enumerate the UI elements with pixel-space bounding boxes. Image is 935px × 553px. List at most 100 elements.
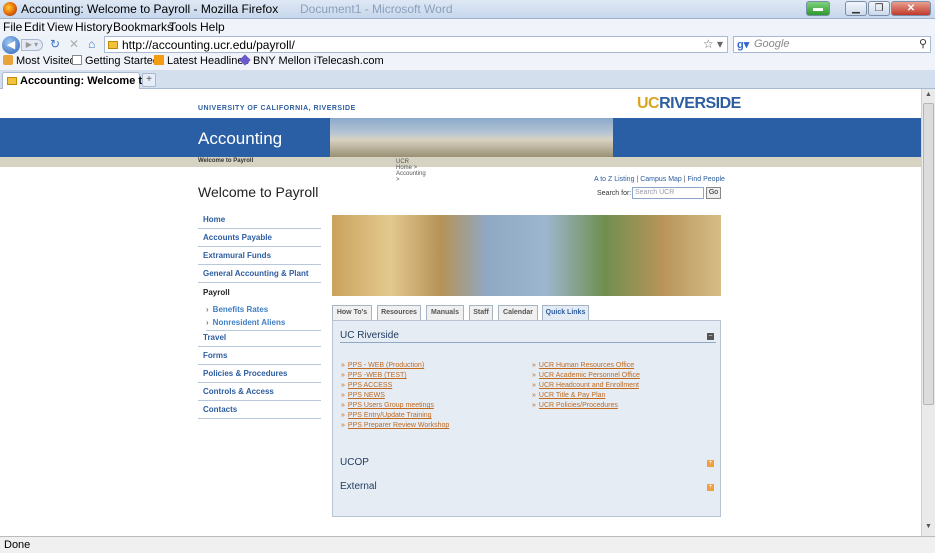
link-pps-news[interactable]: PPS NEWS bbox=[341, 392, 449, 402]
bookmark-most-visited[interactable]: Most Visited bbox=[3, 55, 76, 67]
menu-view[interactable]: View bbox=[47, 20, 73, 34]
page-title: Welcome to Payroll bbox=[198, 184, 319, 200]
breadcrumb: UCR Home > Accounting > Welcome to Payro… bbox=[0, 157, 921, 183]
az-listing-link[interactable]: A to Z Listing bbox=[594, 176, 634, 183]
tab-accounting[interactable]: Accounting: Welcome t... bbox=[2, 72, 151, 89]
mural-image bbox=[332, 215, 721, 296]
university-link[interactable]: UNIVERSITY OF CALIFORNIA, RIVERSIDE bbox=[198, 105, 356, 112]
section-title: UCOP bbox=[340, 457, 369, 468]
pps-links: PPS - WEB (Production) PPS -WEB (TEST) P… bbox=[341, 362, 449, 432]
reload-icon[interactable]: ↻ bbox=[50, 37, 60, 51]
menu-bookmarks[interactable]: Bookmarks bbox=[113, 20, 173, 34]
nav-accounts-payable[interactable]: Accounts Payable bbox=[198, 229, 321, 247]
search-box[interactable]: g▾ Google ⚲ bbox=[733, 36, 931, 53]
nav-policies-procedures[interactable]: Policies & Procedures bbox=[198, 365, 321, 383]
breadcrumb-links[interactable]: UCR Home > Accounting > bbox=[396, 159, 426, 183]
home-icon[interactable]: ⌂ bbox=[88, 37, 95, 51]
menu-tools[interactable]: Tools bbox=[169, 20, 197, 34]
collapse-icon[interactable]: – bbox=[707, 333, 714, 340]
section-external[interactable]: External + bbox=[340, 481, 716, 494]
nav-home[interactable]: Home bbox=[198, 211, 321, 229]
link-ucr-hr[interactable]: UCR Human Resources Office bbox=[532, 362, 640, 372]
bookmarks-toolbar: Most Visited Getting Started Latest Head… bbox=[0, 54, 935, 70]
link-pps-preparer-workshop[interactable]: PPS Preparer Review Workshop bbox=[341, 422, 449, 432]
site-favicon bbox=[108, 41, 118, 49]
tab-manuals[interactable]: Manuals bbox=[426, 305, 464, 321]
stop-icon[interactable]: ✕ bbox=[69, 37, 79, 51]
menu-file[interactable]: File bbox=[3, 20, 22, 34]
search-icon[interactable]: ⚲ bbox=[919, 37, 927, 50]
nav-benefits-rates[interactable]: Benefits Rates bbox=[206, 305, 269, 314]
tab-favicon bbox=[7, 77, 17, 85]
bookmark-getting-started[interactable]: Getting Started bbox=[72, 55, 159, 67]
site-search-input[interactable]: Search UCR bbox=[632, 187, 704, 199]
url-text: http://accounting.ucr.edu/payroll/ bbox=[122, 38, 295, 52]
tab-staff[interactable]: Staff bbox=[469, 305, 493, 321]
navigation-toolbar: ◀ ▶ ▾ ↻ ✕ ⌂ http://accounting.ucr.edu/pa… bbox=[0, 35, 935, 54]
menu-bar: File Edit View History Bookmarks Tools H… bbox=[0, 19, 935, 35]
tab-calendar[interactable]: Calendar bbox=[498, 305, 538, 321]
expand-icon[interactable]: + bbox=[707, 484, 714, 491]
top-links: A to Z Listing | Campus Map | Find Peopl… bbox=[594, 176, 725, 183]
scroll-down-icon[interactable]: ▼ bbox=[922, 523, 935, 535]
most-visited-icon bbox=[3, 55, 13, 65]
title-bar: Accounting: Welcome to Payroll - Mozilla… bbox=[0, 0, 935, 19]
link-pps-web-test[interactable]: PPS -WEB (TEST) bbox=[341, 372, 449, 382]
link-ucr-headcount[interactable]: UCR Headcount and Enrollment bbox=[532, 382, 640, 392]
tab-label: Accounting: Welcome t... bbox=[20, 75, 152, 87]
menu-edit[interactable]: Edit bbox=[24, 20, 45, 34]
search-placeholder: Google bbox=[754, 38, 790, 50]
banner-title: Accounting bbox=[198, 129, 283, 148]
menu-help[interactable]: Help bbox=[200, 20, 225, 34]
tab-how-tos[interactable]: How To's bbox=[332, 305, 372, 321]
status-bar: Done bbox=[0, 536, 935, 553]
nav-extramural-funds[interactable]: Extramural Funds bbox=[198, 247, 321, 265]
firefox-icon bbox=[3, 2, 17, 16]
back-icon[interactable]: ◀ bbox=[2, 36, 20, 54]
url-bar[interactable]: http://accounting.ucr.edu/payroll/ ☆ ▾ bbox=[104, 36, 728, 53]
bookmark-bny-mellon[interactable]: BNY Mellon iTelecash.com bbox=[239, 54, 384, 67]
expand-icon[interactable]: + bbox=[707, 460, 714, 467]
link-ucr-title-pay[interactable]: UCR Title & Pay Plan bbox=[532, 392, 640, 402]
link-pps-access[interactable]: PPS ACCESS bbox=[341, 382, 449, 392]
tab-resources[interactable]: Resources bbox=[377, 305, 421, 321]
section-title: External bbox=[340, 481, 377, 492]
search-label: Search for: bbox=[597, 190, 632, 197]
diamond-icon bbox=[239, 54, 251, 66]
vertical-scrollbar[interactable]: ▲ ▼ bbox=[921, 89, 935, 536]
link-ucr-academic-personnel[interactable]: UCR Academic Personnel Office bbox=[532, 372, 640, 382]
new-tab-button[interactable]: + bbox=[142, 73, 156, 87]
link-ucr-policies[interactable]: UCR Policies/Procedures bbox=[532, 402, 640, 412]
google-icon[interactable]: g▾ bbox=[737, 38, 749, 51]
ucr-logo[interactable]: UCRIVERSIDE bbox=[637, 95, 741, 113]
link-pps-entry-training[interactable]: PPS Entry/Update Training bbox=[341, 412, 449, 422]
nav-controls-access[interactable]: Controls & Access bbox=[198, 383, 321, 401]
scroll-thumb[interactable] bbox=[923, 103, 934, 405]
nav-contacts[interactable]: Contacts bbox=[198, 401, 321, 419]
page-icon bbox=[72, 55, 82, 65]
section-title: UC Riverside bbox=[340, 330, 399, 341]
maximize-button[interactable]: ❐ bbox=[868, 1, 890, 16]
link-pps-web-production[interactable]: PPS - WEB (Production) bbox=[341, 362, 449, 372]
breadcrumb-current: Welcome to Payroll bbox=[198, 158, 254, 164]
go-button[interactable]: Go bbox=[706, 187, 721, 199]
section-ucop[interactable]: UCOP + bbox=[340, 457, 716, 470]
nav-payroll[interactable]: Payroll bbox=[198, 284, 321, 302]
nav-travel[interactable]: Travel bbox=[198, 329, 321, 347]
menu-history[interactable]: History bbox=[75, 20, 112, 34]
tab-quick-links[interactable]: Quick Links bbox=[542, 305, 589, 321]
close-button[interactable]: ✕ bbox=[891, 1, 931, 16]
scroll-up-icon[interactable]: ▲ bbox=[922, 91, 935, 103]
bookmark-latest-headlines[interactable]: Latest Headlines bbox=[154, 55, 249, 67]
bookmark-star-icon[interactable]: ☆ ▾ bbox=[703, 37, 723, 51]
forward-icon[interactable]: ▶ ▾ bbox=[21, 39, 43, 51]
minimize-button[interactable]: ▁ bbox=[845, 1, 867, 16]
nav-forms[interactable]: Forms bbox=[198, 347, 321, 365]
taskbar-icon[interactable]: ▬ bbox=[806, 1, 830, 16]
section-uc-riverside[interactable]: UC Riverside – bbox=[340, 330, 716, 343]
campus-map-link[interactable]: Campus Map bbox=[640, 176, 682, 183]
header-banner: Accounting bbox=[0, 118, 921, 157]
nav-general-accounting[interactable]: General Accounting & Plant bbox=[198, 265, 321, 283]
find-people-link[interactable]: Find People bbox=[688, 176, 725, 183]
link-pps-users-group[interactable]: PPS Users Group meetings bbox=[341, 402, 449, 412]
